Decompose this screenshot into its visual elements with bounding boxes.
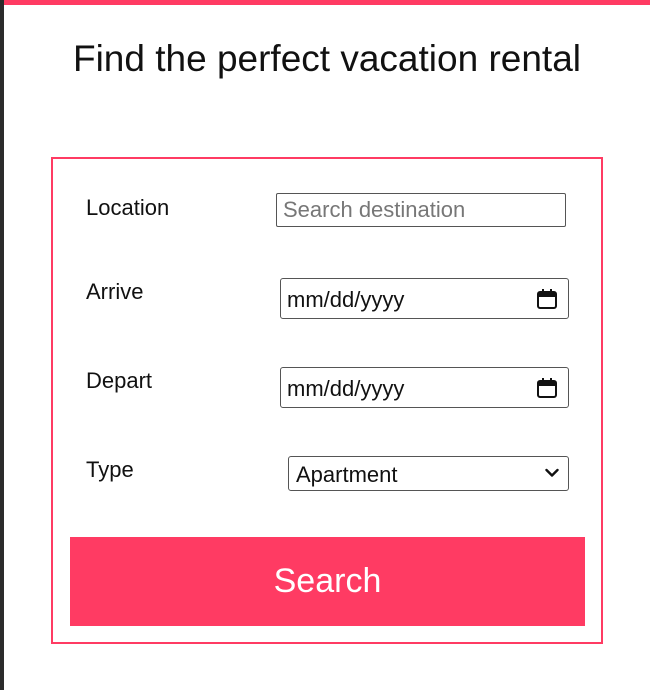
rental-search-form: Location Arrive mm/dd/yyyy Depart mm/dd/… [51, 157, 603, 644]
chevron-down-icon [545, 468, 559, 477]
calendar-icon[interactable] [536, 377, 558, 399]
arrive-label: Arrive [86, 279, 144, 304]
arrive-date-input[interactable]: mm/dd/yyyy [280, 278, 569, 319]
location-label: Location [86, 195, 170, 220]
arrive-date-value: mm/dd/yyyy [287, 287, 405, 312]
depart-date-input[interactable]: mm/dd/yyyy [280, 367, 569, 408]
depart-date-value: mm/dd/yyyy [287, 376, 405, 401]
type-selected-value: Apartment [296, 462, 398, 487]
page-title: Find the perfect vacation rental [72, 38, 581, 79]
depart-label: Depart [86, 368, 153, 393]
accent-top-bar [4, 0, 650, 5]
search-button[interactable]: Search [70, 537, 585, 626]
type-label: Type [86, 457, 134, 482]
calendar-icon[interactable] [536, 288, 558, 310]
type-select[interactable]: Apartment [288, 456, 569, 491]
window-left-edge [0, 0, 4, 690]
location-search-input[interactable] [276, 193, 566, 227]
